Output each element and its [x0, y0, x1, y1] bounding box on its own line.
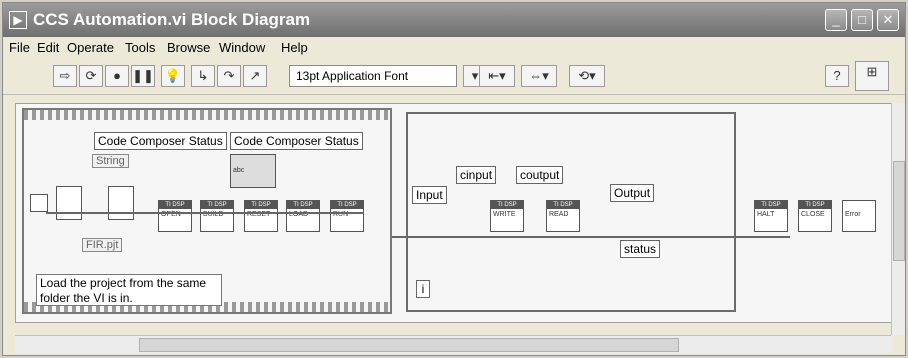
error-handler-vi[interactable]: Error — [842, 200, 876, 232]
close-vi[interactable]: TI DSP CLOSE — [798, 200, 832, 232]
highlight-execution-icon[interactable]: 💡 — [161, 65, 185, 87]
run-vi[interactable]: TI DSP RUN — [330, 200, 364, 232]
path-icon[interactable] — [30, 194, 48, 212]
toolbar: ⇨ ⟳ ● ❚❚ 💡 ↳ ↷ ↗ 13pt Application Font ▾… — [3, 59, 905, 95]
abc-text: abc — [233, 167, 245, 174]
block-diagram[interactable]: Code Composer Status Code Composer Statu… — [15, 103, 893, 323]
font-selector[interactable]: 13pt Application Font — [289, 65, 457, 87]
open-vi[interactable]: TI DSP OPEN — [158, 200, 192, 232]
write-vi[interactable]: TI DSP WRITE — [490, 200, 524, 232]
load-vi[interactable]: TI DSP LOAD — [286, 200, 320, 232]
halt-vi[interactable]: TI DSP HALT — [754, 200, 788, 232]
step-out-icon[interactable]: ↗ — [243, 65, 267, 87]
step-into-icon[interactable]: ↳ — [191, 65, 215, 87]
input-label: Input — [412, 186, 447, 204]
status-label-1: Code Composer Status — [94, 132, 227, 150]
reorder-icon[interactable]: ⟲▾ — [569, 65, 605, 87]
run-continuous-icon[interactable]: ⟳ — [79, 65, 103, 87]
string-constant[interactable]: String — [92, 154, 129, 168]
read-vi[interactable]: TI DSP READ — [546, 200, 580, 232]
connector-pane-icon[interactable]: ⊞ — [855, 61, 889, 91]
status-label-2: Code Composer Status — [230, 132, 363, 150]
strip-path-icon[interactable] — [56, 186, 82, 220]
menu-help[interactable]: Help — [281, 40, 308, 55]
iteration-terminal: i — [416, 280, 430, 298]
title-bar: ▶ CCS Automation.vi Block Diagram _ □ ✕ — [3, 3, 905, 37]
minimize-button[interactable]: _ — [825, 9, 847, 31]
horizontal-scroll-thumb[interactable] — [139, 338, 679, 352]
abc-indicator[interactable]: abc — [230, 154, 276, 188]
build-path-icon[interactable] — [108, 186, 134, 220]
wire-main — [46, 212, 364, 214]
vertical-scroll-thumb[interactable] — [893, 161, 905, 261]
horizontal-scrollbar[interactable] — [15, 335, 891, 353]
run-arrow-icon[interactable]: ⇨ — [53, 65, 77, 87]
block-diagram-window: ▶ CCS Automation.vi Block Diagram _ □ ✕ … — [2, 2, 906, 356]
menu-browse[interactable]: Browse — [167, 40, 210, 55]
reset-vi[interactable]: TI DSP RESET — [244, 200, 278, 232]
coutput-label: coutput — [516, 166, 564, 184]
menu-file[interactable]: File — [9, 40, 30, 55]
maximize-button[interactable]: □ — [851, 9, 873, 31]
fir-file-constant[interactable]: FIR.pjt — [82, 238, 123, 252]
film-top — [24, 110, 390, 120]
window-title: CCS Automation.vi Block Diagram — [33, 10, 311, 29]
status-label: status — [620, 240, 661, 258]
menu-bar: File Edit Operate Tools Browse Window He… — [3, 37, 905, 59]
pause-icon[interactable]: ❚❚ — [131, 65, 155, 87]
font-value: 13pt Application Font — [296, 69, 409, 83]
menu-tools[interactable]: Tools — [125, 40, 155, 55]
menu-edit[interactable]: Edit — [37, 40, 59, 55]
abort-icon[interactable]: ● — [105, 65, 129, 87]
menu-window[interactable]: Window — [219, 40, 265, 55]
vertical-scrollbar[interactable] — [891, 103, 905, 335]
build-vi[interactable]: TI DSP BUILD — [200, 200, 234, 232]
cinput-label: cinput — [456, 166, 497, 184]
menu-operate[interactable]: Operate — [67, 40, 114, 55]
close-button[interactable]: ✕ — [877, 9, 899, 31]
step-over-icon[interactable]: ↷ — [217, 65, 241, 87]
output-label: Output — [610, 184, 655, 202]
distribute-icon[interactable]: ⇔▾ — [521, 65, 557, 87]
align-icon[interactable]: ⇤▾ — [479, 65, 515, 87]
comment-box: Load the project from the same folder th… — [36, 274, 222, 306]
help-icon[interactable]: ? — [825, 65, 849, 87]
app-icon: ▶ — [9, 11, 27, 29]
